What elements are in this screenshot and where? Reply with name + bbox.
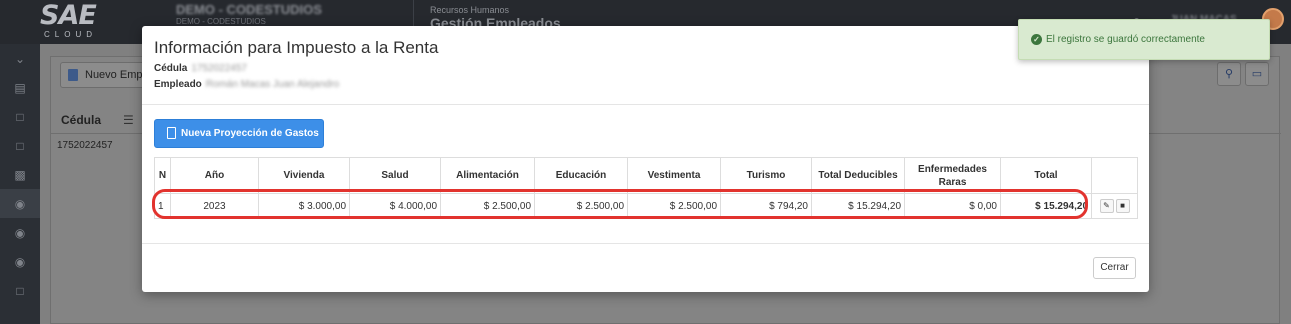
column-header-enfermedades-raras: Enfermedades Raras [904, 157, 1001, 194]
modal-title: Información para Impuesto a la Renta [154, 38, 439, 57]
column-header-total: Total [1000, 157, 1092, 194]
cedula-cell[interactable]: 1752022457 [57, 140, 113, 151]
cell-vivienda: $ 3.000,00 [258, 193, 350, 219]
cell-total-deducibles: $ 15.294,20 [811, 193, 905, 219]
sidebar-item-menu[interactable]: ⌄ [0, 44, 40, 73]
company-subname: DEMO - CODESTUDIOS [176, 17, 266, 26]
sidebar-item-folder-3[interactable]: □ [0, 276, 40, 305]
cell-actions: ✎ ■ [1091, 193, 1138, 219]
sidebar-item-id-card[interactable]: ▩ [0, 160, 40, 189]
column-header-vivienda: Vivienda [258, 157, 350, 194]
check-circle-icon: ✓ [1031, 34, 1042, 45]
toast-message: El registro se guardó correctamente [1046, 34, 1205, 45]
success-toast[interactable]: ✓ El registro se guardó correctamente [1018, 19, 1270, 60]
empleado-label: Empleado [154, 79, 202, 90]
column-header-salud: Salud [349, 157, 441, 194]
modal-footer-divider [142, 243, 1149, 244]
users-icon: ◉ [14, 254, 26, 269]
chevron-icon: ⌄ [14, 51, 26, 66]
column-header-alimentacion: Alimentación [440, 157, 535, 194]
logo-subtext: CLOUD [44, 30, 98, 39]
filter-icon[interactable]: ☰ [123, 113, 134, 127]
deductions-table: N Año Vivienda Salud Alimentación Educac… [154, 157, 1138, 219]
eraser-icon[interactable]: ▭ [1245, 62, 1269, 86]
cell-anio: 2023 [170, 193, 259, 219]
column-header-vestimenta: Vestimenta [627, 157, 721, 194]
cedula-label: Cédula [154, 63, 188, 74]
cell-turismo: $ 794,20 [720, 193, 812, 219]
new-projection-label: Nueva Proyección de Gastos [181, 128, 319, 139]
table-row[interactable]: 1 2023 $ 3.000,00 $ 4.000,00 $ 2.500,00 … [154, 193, 1138, 219]
cell-n: 1 [154, 193, 171, 219]
trash-icon[interactable]: ■ [1115, 199, 1130, 213]
table-header-row: N Año Vivienda Salud Alimentación Educac… [154, 157, 1138, 194]
sidebar-item-bank[interactable]: ▤ [0, 73, 40, 102]
module-title: Recursos Humanos [430, 5, 510, 15]
cell-educacion: $ 2.500,00 [534, 193, 628, 219]
company-selector[interactable]: DEMO - CODESTUDIOS DEMO - CODESTUDIOS [176, 2, 322, 26]
folder-icon: □ [16, 283, 24, 298]
column-header-turismo: Turismo [720, 157, 812, 194]
modal-header: Información para Impuesto a la Renta Céd… [142, 26, 1149, 105]
empleado-info: Empleado Román Macas Juan Alejandro [154, 79, 339, 90]
users-icon: ◉ [14, 196, 26, 211]
sidebar-item-users[interactable]: ◉ [0, 189, 40, 218]
sidebar-item-users-3[interactable]: ◉ [0, 247, 40, 276]
cell-vestimenta: $ 2.500,00 [627, 193, 721, 219]
cedula-value: 1752022457 [191, 63, 247, 74]
column-header-n: N [154, 157, 171, 194]
folder-icon: □ [16, 138, 24, 153]
column-header-cedula[interactable]: Cédula [61, 113, 131, 127]
document-icon [68, 69, 78, 81]
sidebar-item-folder-2[interactable]: □ [0, 131, 40, 160]
cedula-info: Cédula 1752022457 [154, 63, 247, 74]
close-button[interactable]: Cerrar [1093, 257, 1136, 279]
logo-text: SAE [40, 0, 97, 31]
cell-salud: $ 4.000,00 [349, 193, 441, 219]
cell-enfermedades-raras: $ 0,00 [904, 193, 1001, 219]
search-icon[interactable]: ⚲ [1217, 62, 1241, 86]
column-header-anio: Año [170, 157, 259, 194]
sidebar-item-folder-1[interactable]: □ [0, 102, 40, 131]
income-tax-modal: Información para Impuesto a la Renta Céd… [142, 26, 1149, 292]
cell-alimentacion: $ 2.500,00 [440, 193, 535, 219]
toolbar-tools: ⚲ ▭ [1213, 62, 1269, 86]
users-icon: ◉ [14, 225, 26, 240]
sidebar: ⌄ ▤ □ □ ▩ ◉ ◉ ◉ □ [0, 44, 40, 324]
sae-cloud-logo: SAE CLOUD [40, 2, 118, 40]
sidebar-item-users-2[interactable]: ◉ [0, 218, 40, 247]
bank-icon: ▤ [14, 80, 26, 95]
cell-total: $ 15.294,20 [1000, 193, 1092, 219]
column-header-educacion: Educación [534, 157, 628, 194]
folder-icon: □ [16, 109, 24, 124]
edit-icon[interactable]: ✎ [1099, 199, 1114, 213]
empleado-value: Román Macas Juan Alejandro [205, 79, 340, 90]
new-projection-button[interactable]: Nueva Proyección de Gastos [154, 119, 324, 148]
document-icon [167, 127, 176, 139]
column-header-total-deducibles: Total Deducibles [811, 157, 905, 194]
id-card-icon: ▩ [14, 167, 26, 182]
column-header-actions [1091, 157, 1138, 194]
company-name: DEMO - CODESTUDIOS [176, 2, 322, 17]
